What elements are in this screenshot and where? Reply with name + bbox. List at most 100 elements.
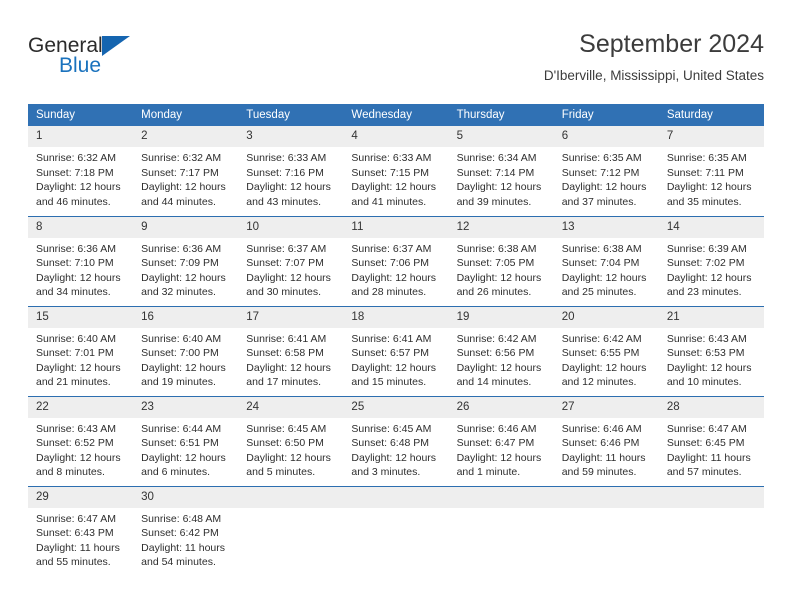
calendar-day-cell[interactable]: 3 Sunrise: 6:33 AM Sunset: 7:16 PM Daylight… [238,126,344,216]
daylight-duration-line2: and 44 minutes. [141,195,216,208]
calendar-day-cell[interactable]: 24 Sunrise: 6:45 AM Sunset: 6:50 PM Dayligh… [238,395,344,486]
calendar-day-cell[interactable]: 25 Sunrise: 6:45 AM Sunset: 6:48 PM Dayligh… [343,395,449,486]
calendar-day-cell[interactable]: 16 Sunrise: 6:40 AM Sunset: 7:00 PM Dayligh… [133,305,239,396]
daylight-duration-line1: Daylight: 11 hours [141,541,225,554]
sunset-time: Sunset: 6:52 PM [36,437,114,450]
calendar-body: 1 Sunrise: 6:32 AM Sunset: 7:18 PM Daylight… [28,126,764,576]
sunrise-time: Sunrise: 6:47 AM [36,512,116,525]
day-details: Sunrise: 6:37 AM Sunset: 7:07 PM Daylight:… [238,238,343,300]
daylight-duration-line1: Daylight: 12 hours [36,271,121,284]
daylight-duration-line1: Daylight: 12 hours [246,361,331,374]
calendar-day-cell[interactable]: 27 Sunrise: 6:46 AM Sunset: 6:46 PM Dayligh… [553,395,659,486]
daylight-duration-line1: Daylight: 12 hours [456,451,542,464]
sunset-time: Sunset: 7:01 PM [36,347,114,360]
daylight-duration-line2: and 43 minutes. [246,195,321,208]
calendar-day-cell[interactable]: 5 Sunrise: 6:34 AM Sunset: 7:14 PM Daylight… [448,126,554,216]
daylight-duration-line2: and 57 minutes. [666,466,742,479]
day-details: Sunrise: 6:36 AM Sunset: 7:09 PM Daylight:… [133,238,238,300]
day-number: 19 [448,306,554,328]
logo-text-blue: Blue [59,54,102,77]
daylight-duration-line2: and 55 minutes. [36,556,111,569]
sunset-time: Sunset: 7:02 PM [666,257,745,270]
sunrise-time: Sunrise: 6:42 AM [456,332,537,345]
calendar-day-cell[interactable]: 30 Sunrise: 6:48 AM Sunset: 6:42 PM Dayligh… [133,485,239,576]
weekday-header-monday: Monday [133,104,239,126]
daylight-duration-line1: Daylight: 11 hours [561,451,646,464]
day-number: 28 [658,396,764,418]
calendar-day-cell-empty [448,485,554,576]
calendar-day-cell[interactable]: 18 Sunrise: 6:41 AM Sunset: 6:57 PM Dayligh… [343,305,449,396]
day-details: Sunrise: 6:32 AM Sunset: 7:17 PM Daylight:… [133,147,238,209]
sunrise-time: Sunrise: 6:34 AM [456,152,537,164]
daylight-duration-line1: Daylight: 12 hours [456,271,542,284]
day-number: 3 [238,126,344,147]
day-details: Sunrise: 6:35 AM Sunset: 7:11 PM Daylight:… [659,147,764,209]
daylight-duration-line1: Daylight: 12 hours [246,271,331,284]
daylight-duration-line1: Daylight: 12 hours [141,361,226,374]
calendar-day-cell[interactable]: 2 Sunrise: 6:32 AM Sunset: 7:17 PM Daylight… [133,126,239,216]
daylight-duration-line2: and 19 minutes. [141,376,216,389]
calendar-day-cell-empty [658,485,764,576]
calendar-table: Sunday Monday Tuesday Wednesday Thursday… [28,104,764,576]
sunrise-time: Sunrise: 6:41 AM [351,332,432,345]
calendar-day-cell[interactable]: 20 Sunrise: 6:42 AM Sunset: 6:55 PM Dayligh… [553,305,659,396]
calendar-day-cell[interactable]: 23 Sunrise: 6:44 AM Sunset: 6:51 PM Dayligh… [133,395,239,486]
calendar-day-cell[interactable]: 26 Sunrise: 6:46 AM Sunset: 6:47 PM Dayligh… [448,395,554,486]
day-details: Sunrise: 6:45 AM Sunset: 6:48 PM Daylight:… [343,418,448,480]
sunset-time: Sunset: 7:11 PM [666,166,744,179]
calendar-day-cell[interactable]: 9 Sunrise: 6:36 AM Sunset: 7:09 PM Daylight… [133,215,239,306]
calendar-day-cell[interactable]: 28 Sunrise: 6:47 AM Sunset: 6:45 PM Dayligh… [658,395,764,486]
daylight-duration-line1: Daylight: 12 hours [351,271,437,284]
calendar-day-cell[interactable]: 14 Sunrise: 6:39 AM Sunset: 7:02 PM Dayligh… [658,215,764,306]
calendar-day-cell[interactable]: 6 Sunrise: 6:35 AM Sunset: 7:12 PM Daylight… [553,126,659,216]
sunset-time: Sunset: 7:18 PM [36,166,114,179]
calendar-day-cell[interactable]: 4 Sunrise: 6:33 AM Sunset: 7:15 PM Daylight… [343,126,449,216]
calendar-day-cell[interactable]: 22 Sunrise: 6:43 AM Sunset: 6:52 PM Dayligh… [28,395,134,486]
day-details: Sunrise: 6:38 AM Sunset: 7:04 PM Daylight:… [554,238,659,300]
day-details: Sunrise: 6:33 AM Sunset: 7:15 PM Daylight:… [343,147,448,209]
calendar-page: General Blue September 2024 D'Iberville,… [0,0,792,612]
calendar-day-cell[interactable]: 10 Sunrise: 6:37 AM Sunset: 7:07 PM Dayligh… [238,215,344,306]
calendar-day-cell-empty [343,485,449,576]
calendar-day-cell[interactable]: 7 Sunrise: 6:35 AM Sunset: 7:11 PM Daylight… [658,126,764,216]
day-details: Sunrise: 6:46 AM Sunset: 6:46 PM Daylight:… [554,418,659,480]
daylight-duration-line2: and 46 minutes. [36,195,111,208]
daylight-duration-line1: Daylight: 12 hours [141,181,226,194]
daylight-duration-line2: and 26 minutes. [456,286,532,299]
daylight-duration-line1: Daylight: 12 hours [561,361,647,374]
calendar-day-cell[interactable]: 13 Sunrise: 6:38 AM Sunset: 7:04 PM Dayligh… [553,215,659,306]
daylight-duration-line1: Daylight: 12 hours [351,181,437,194]
sunset-time: Sunset: 6:45 PM [666,437,745,450]
day-details: Sunrise: 6:38 AM Sunset: 7:05 PM Daylight:… [449,238,554,300]
calendar-day-cell[interactable]: 8 Sunrise: 6:36 AM Sunset: 7:10 PM Daylight… [28,215,134,306]
calendar-day-cell[interactable]: 12 Sunrise: 6:38 AM Sunset: 7:05 PM Dayligh… [448,215,554,306]
daylight-duration-line2: and 17 minutes. [246,376,321,389]
day-details: Sunrise: 6:48 AM Sunset: 6:42 PM Daylight:… [133,508,238,570]
calendar-day-cell[interactable]: 29 Sunrise: 6:47 AM Sunset: 6:43 PM Dayligh… [28,485,134,576]
calendar-day-cell[interactable]: 15 Sunrise: 6:40 AM Sunset: 7:01 PM Dayligh… [28,305,134,396]
calendar-day-cell[interactable]: 11 Sunrise: 6:37 AM Sunset: 7:06 PM Dayligh… [343,215,449,306]
day-number: 11 [343,216,449,238]
calendar-day-cell[interactable]: 17 Sunrise: 6:41 AM Sunset: 6:58 PM Dayligh… [238,305,344,396]
sunset-time: Sunset: 7:00 PM [141,347,219,360]
calendar-day-cell[interactable]: 21 Sunrise: 6:43 AM Sunset: 6:53 PM Dayligh… [658,305,764,396]
calendar-week-row: 1 Sunrise: 6:32 AM Sunset: 7:18 PM Daylight… [28,126,764,216]
sunrise-time: Sunrise: 6:39 AM [666,242,747,255]
calendar-day-cell[interactable]: 19 Sunrise: 6:42 AM Sunset: 6:56 PM Dayligh… [448,305,554,396]
sunrise-time: Sunrise: 6:35 AM [561,152,642,164]
day-number: 8 [28,216,134,238]
day-number [343,486,449,508]
daylight-duration-line1: Daylight: 12 hours [141,451,226,464]
sunrise-time: Sunrise: 6:37 AM [246,242,327,255]
day-number: 2 [133,126,239,147]
day-number: 5 [448,126,554,147]
sunrise-time: Sunrise: 6:47 AM [666,422,747,435]
daylight-duration-line2: and 10 minutes. [666,376,742,389]
day-number: 17 [238,306,344,328]
calendar-day-cell[interactable]: 1 Sunrise: 6:32 AM Sunset: 7:18 PM Daylight… [28,126,134,216]
sunset-time: Sunset: 7:04 PM [561,257,640,270]
sunset-time: Sunset: 6:57 PM [351,347,430,360]
sunrise-time: Sunrise: 6:37 AM [351,242,432,255]
sunrise-time: Sunrise: 6:33 AM [246,152,327,164]
day-number: 23 [133,396,239,418]
